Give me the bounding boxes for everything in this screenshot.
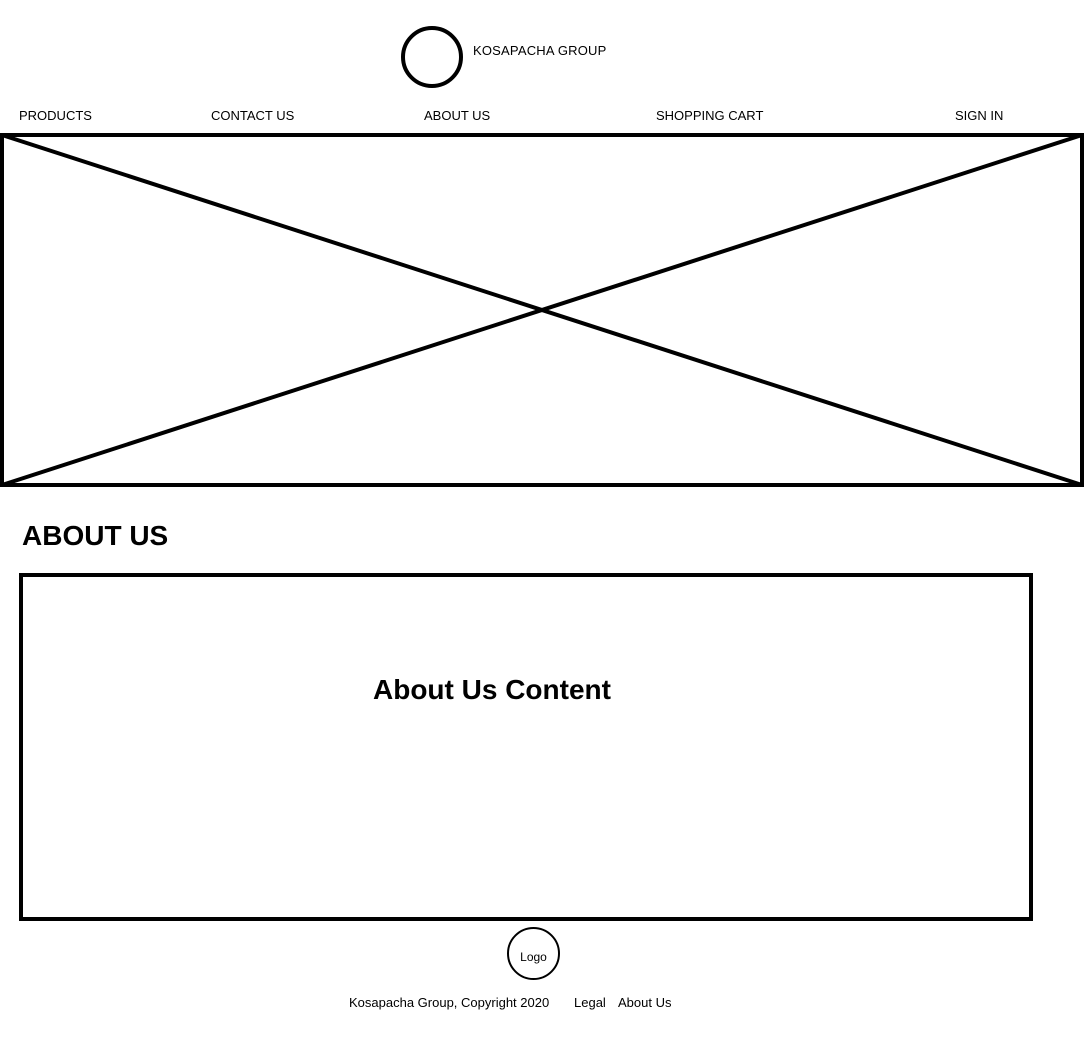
about-content-box <box>19 573 1033 921</box>
nav-item-products[interactable]: PRODUCTS <box>19 108 92 123</box>
footer-link-about-us[interactable]: About Us <box>618 995 671 1010</box>
nav-item-shopping-cart[interactable]: SHOPPING CART <box>656 108 763 123</box>
footer-logo[interactable]: Logo <box>507 927 560 980</box>
nav-item-contact-us[interactable]: CONTACT US <box>211 108 294 123</box>
nav-item-sign-in[interactable]: SIGN IN <box>955 108 1003 123</box>
footer-link-legal[interactable]: Legal <box>574 995 606 1010</box>
page-title: ABOUT US <box>22 520 169 551</box>
about-content-label: About Us Content <box>373 674 611 705</box>
footer-logo-label: Logo <box>520 949 547 964</box>
brand-name: KOSAPACHA GROUP <box>473 43 607 58</box>
hero-image-placeholder <box>0 133 1084 487</box>
nav-item-about-us[interactable]: ABOUT US <box>424 108 490 123</box>
image-placeholder-icon <box>0 133 1084 487</box>
header-logo-circle[interactable] <box>401 26 463 88</box>
footer-copyright: Kosapacha Group, Copyright 2020 <box>349 995 550 1010</box>
